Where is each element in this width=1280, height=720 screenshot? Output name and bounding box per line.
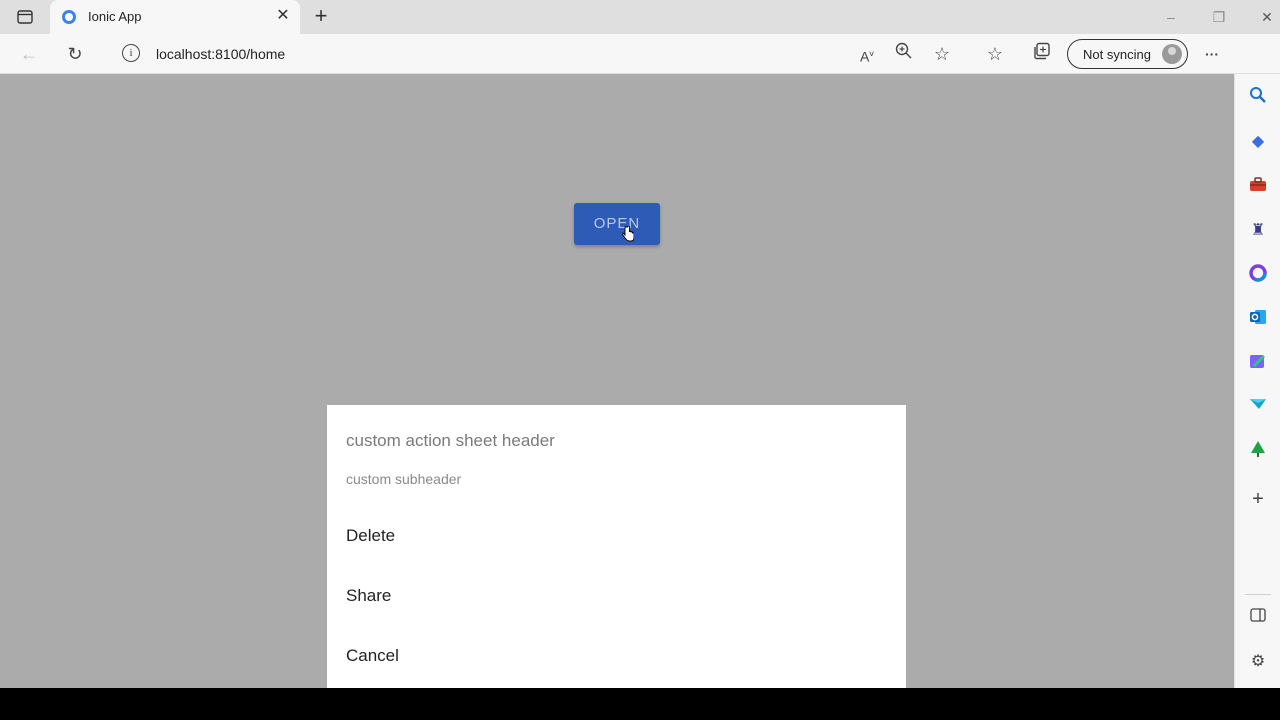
add-icon[interactable]: + xyxy=(1247,488,1269,510)
back-icon[interactable]: ← xyxy=(17,42,41,66)
refresh-icon[interactable]: ↻ xyxy=(63,42,87,66)
sidebar-divider xyxy=(1245,594,1271,595)
site-info-icon[interactable]: i xyxy=(122,44,140,62)
profile-sync-button[interactable]: Not syncing xyxy=(1067,39,1188,69)
tree-icon[interactable] xyxy=(1247,440,1269,462)
delete-button[interactable]: Delete xyxy=(327,511,906,561)
url-text[interactable]: localhost:8100/home xyxy=(156,46,285,62)
settings-icon[interactable]: ⚙ xyxy=(1247,651,1269,673)
title-bar: Ionic App ✕ + – ❐ ✕ xyxy=(0,0,1280,34)
toolbox-icon[interactable] xyxy=(1247,176,1269,198)
browser-toolbar: ← ↻ i localhost:8100/home Aⅴ ☆ ☆ Not syn… xyxy=(0,34,1280,104)
search-icon[interactable] xyxy=(1247,86,1269,108)
designer-icon[interactable] xyxy=(1247,352,1269,374)
action-sheet: custom action sheet header custom subhea… xyxy=(327,405,906,688)
share-button[interactable]: Share xyxy=(327,571,906,621)
active-tab[interactable]: Ionic App ✕ xyxy=(50,0,300,34)
restore-icon[interactable]: ❐ xyxy=(1208,6,1230,28)
add-favorite-icon[interactable]: ☆ xyxy=(930,42,954,66)
tab-actions-icon[interactable] xyxy=(14,7,36,27)
outlook-icon[interactable] xyxy=(1247,308,1269,330)
tag-icon[interactable]: ◆ xyxy=(1247,131,1269,153)
tab-title: Ionic App xyxy=(88,9,142,24)
hand-cursor-icon xyxy=(622,226,634,242)
chess-icon[interactable]: ♜ xyxy=(1247,220,1269,242)
window-close-icon[interactable]: ✕ xyxy=(1256,6,1278,28)
ionic-favicon-icon xyxy=(62,10,76,24)
action-sheet-header: custom action sheet header xyxy=(346,431,555,450)
avatar xyxy=(1162,44,1182,64)
read-aloud-icon[interactable]: Aⅴ xyxy=(855,42,879,66)
office-icon[interactable] xyxy=(1247,264,1269,286)
more-icon[interactable]: ··· xyxy=(1200,42,1224,66)
minimize-icon[interactable]: – xyxy=(1160,6,1182,28)
favorites-icon[interactable]: ☆ xyxy=(983,42,1007,66)
collections-icon[interactable] xyxy=(1030,42,1054,66)
browser-window: Ionic App ✕ + – ❐ ✕ ← ↻ i localhost:8100… xyxy=(0,0,1280,688)
send-icon[interactable] xyxy=(1247,396,1269,418)
sync-label: Not syncing xyxy=(1083,47,1151,62)
open-button[interactable]: OPEN xyxy=(574,203,660,245)
new-tab-button[interactable]: + xyxy=(310,4,332,28)
address-bar[interactable]: i localhost:8100/home xyxy=(108,39,968,69)
tab-close-icon[interactable]: ✕ xyxy=(274,7,292,25)
edge-sidebar: ◆ ♜ + ⚙ xyxy=(1234,74,1280,688)
zoom-icon[interactable] xyxy=(892,42,916,66)
app-content: OPEN custom action sheet header custom s… xyxy=(0,74,1234,688)
panel-icon[interactable] xyxy=(1247,607,1269,629)
action-sheet-subheader: custom subheader xyxy=(346,471,462,487)
cancel-button[interactable]: Cancel xyxy=(327,631,906,681)
